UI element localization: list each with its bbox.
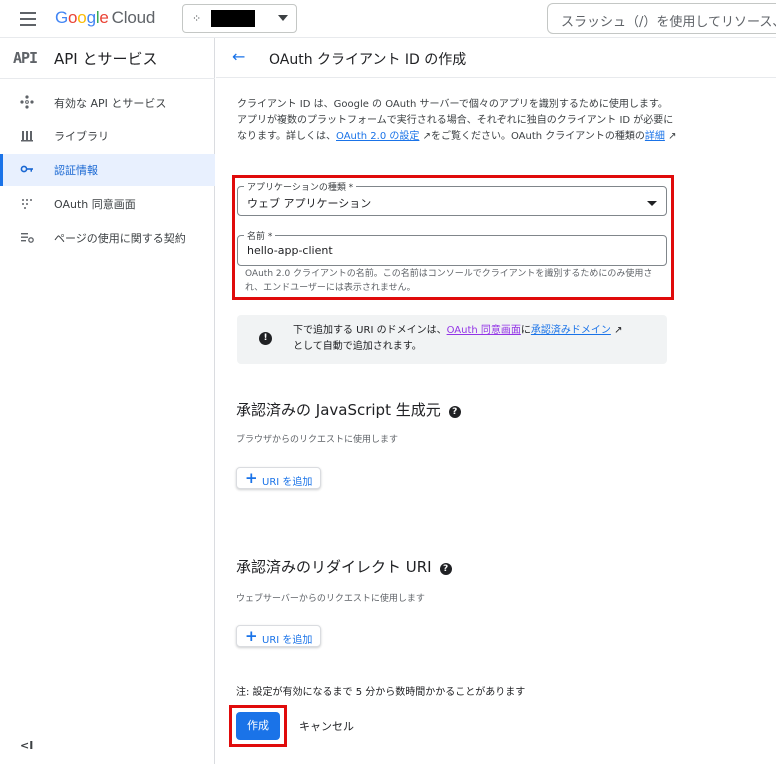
library-icon (19, 128, 35, 144)
dropdown-arrow-icon (647, 201, 657, 206)
api-icon: API (13, 49, 38, 67)
details-link[interactable]: 詳細 (645, 131, 665, 142)
info-icon: ! (259, 332, 272, 345)
sidebar-title: API とサービス (54, 50, 158, 68)
logo-cloud-text: Cloud (111, 8, 156, 27)
redirect-uris-title: 承認済みのリダイレクト URI? (236, 556, 452, 577)
info-text-part: として自動で追加されます。 (293, 341, 422, 352)
sidebar-item-label: ライブラリ (54, 130, 109, 143)
client-name-hint: OAuth 2.0 クライアントの名前。この名前はコンソールでクライアントを識別… (245, 269, 653, 293)
client-name-label: 名前 * (244, 229, 276, 242)
sidebar-header: API API とサービス (0, 38, 215, 78)
sidebar-item-label: ページの使用に関する契約 (54, 232, 186, 245)
create-button[interactable]: 作成 (236, 712, 280, 740)
page-header: ← OAuth クライアント ID の作成 (216, 38, 776, 78)
add-uri-label: URI を追加 (262, 635, 313, 646)
settings-list-icon (19, 230, 35, 246)
external-link-icon: ↗ (610, 325, 623, 336)
oauth-settings-link[interactable]: OAuth 2.0 の設定 (336, 131, 419, 142)
sidebar: API API とサービス 有効な API とサービス ライブラリ 認証情報 O… (0, 38, 215, 764)
help-icon[interactable]: ? (439, 563, 452, 575)
add-js-origin-uri-button[interactable]: + URI を追加 (236, 467, 321, 489)
info-text: 下で追加する URI のドメインは、OAuth 同意画面に承認済みドメイン ↗ と… (293, 323, 663, 355)
project-icon: ⁘ (192, 12, 202, 25)
key-icon (19, 162, 35, 178)
application-type-select[interactable]: アプリケーションの種類 * ウェブ アプリケーション (237, 180, 667, 216)
external-link-icon: ↗ (419, 131, 431, 142)
add-redirect-uri-button[interactable]: + URI を追加 (236, 625, 321, 647)
help-icon[interactable]: ? (448, 406, 461, 418)
add-uri-label: URI を追加 (262, 477, 313, 488)
google-cloud-logo[interactable]: Google Cloud (55, 8, 155, 28)
application-type-label: アプリケーションの種類 * (244, 180, 357, 193)
intro-text: クライアント ID は、Google の OAuth サーバーで個々のアプリを識… (237, 97, 677, 145)
plus-icon: + (245, 469, 258, 487)
redirect-uris-subtitle: ウェブサーバーからのリクエストに使用します (236, 594, 425, 604)
top-bar: Google Cloud ⁘ スラッシュ（/）を使用してリソース、 (0, 0, 776, 38)
divider (0, 78, 215, 79)
menu-icon[interactable] (20, 12, 36, 26)
info-text-part: に (520, 325, 531, 336)
info-banner: ! 下で追加する URI のドメインは、OAuth 同意画面に承認済みドメイン … (237, 315, 667, 364)
plus-icon: + (245, 627, 258, 645)
application-type-value: ウェブ アプリケーション (247, 197, 372, 210)
page-title: OAuth クライアント ID の作成 (269, 52, 467, 68)
authorized-domains-link[interactable]: 承認済みドメイン (531, 325, 611, 336)
sidebar-item-label: 有効な API とサービス (54, 97, 167, 110)
client-name-value: hello-app-client (247, 244, 333, 257)
external-link-icon: ↗ (664, 131, 677, 142)
redirect-uris-title-text: 承認済みのリダイレクト URI (236, 558, 432, 576)
sidebar-item-library[interactable]: ライブラリ (0, 120, 215, 152)
js-origins-title: 承認済みの JavaScript 生成元? (236, 399, 461, 420)
project-name-redacted (211, 10, 255, 27)
sidebar-item-page-usage-agreements[interactable]: ページの使用に関する契約 (0, 222, 215, 254)
search-input[interactable]: スラッシュ（/）を使用してリソース、 (547, 3, 776, 34)
js-origins-subtitle: ブラウザからのリクエストに使用します (236, 435, 399, 445)
info-text-part: 下で追加する URI のドメインは、 (293, 325, 447, 336)
sidebar-item-credentials[interactable]: 認証情報 (0, 154, 215, 186)
collapse-sidebar-icon[interactable]: <I (20, 739, 33, 752)
search-placeholder: スラッシュ（/）を使用してリソース、 (561, 15, 776, 30)
caret-down-icon (278, 15, 288, 21)
intro-text-part: をご覧ください。OAuth クライアントの種類の (430, 131, 645, 142)
oauth-consent-icon (19, 196, 35, 212)
client-name-input[interactable]: 名前 * hello-app-client (237, 229, 667, 266)
oauth-consent-link[interactable]: OAuth 同意画面 (447, 325, 521, 336)
sidebar-item-enabled-apis[interactable]: 有効な API とサービス (0, 87, 215, 119)
sidebar-item-oauth-consent[interactable]: OAuth 同意画面 (0, 188, 215, 220)
back-arrow-icon[interactable]: ← (232, 47, 245, 66)
sidebar-item-label: 認証情報 (54, 164, 98, 177)
js-origins-title-text: 承認済みの JavaScript 生成元 (236, 401, 441, 419)
sidebar-item-label: OAuth 同意画面 (54, 198, 136, 211)
api-hub-icon (19, 95, 35, 111)
main-content: ← OAuth クライアント ID の作成 クライアント ID は、Google… (216, 38, 776, 764)
cancel-button[interactable]: キャンセル (299, 718, 354, 734)
propagation-note: 注: 設定が有効になるまで 5 分から数時間かかることがあります (236, 687, 526, 698)
project-picker[interactable]: ⁘ (182, 4, 297, 33)
